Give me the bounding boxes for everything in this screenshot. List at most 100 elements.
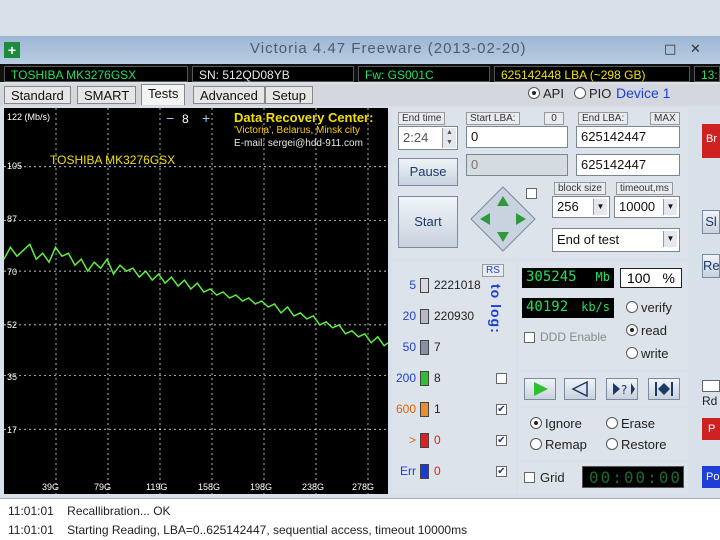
- graph-plus-button[interactable]: +: [202, 110, 210, 126]
- timer-display: 00:00:00: [582, 466, 684, 488]
- start-lba-current: 0: [466, 154, 568, 176]
- graph-minus-button[interactable]: −: [166, 110, 174, 126]
- erase-radio[interactable]: Erase: [606, 416, 655, 431]
- tab-advanced[interactable]: Advanced: [193, 86, 265, 104]
- log-time: 11:01:01: [8, 504, 54, 518]
- y-tick-35: 35: [7, 372, 18, 382]
- end-lba-max-button[interactable]: MAX: [650, 112, 680, 125]
- restore-radio[interactable]: Restore: [606, 437, 667, 452]
- ignore-radio[interactable]: Ignore: [530, 416, 582, 431]
- block-row-swatch: [420, 371, 429, 386]
- back-button[interactable]: [564, 378, 596, 400]
- block-row-log-checkbox[interactable]: ✔: [496, 404, 507, 415]
- block-row-count: 8: [434, 371, 441, 385]
- start-lba-field[interactable]: 0: [466, 126, 568, 148]
- rd-label: Rd: [702, 394, 718, 408]
- power-blue-button[interactable]: Po: [702, 466, 720, 488]
- y-tick-105: 105: [7, 161, 23, 171]
- tab-tests[interactable]: Tests: [141, 84, 186, 105]
- block-row-count: 220930: [434, 309, 475, 323]
- tab-smart[interactable]: SMART: [77, 86, 137, 104]
- tab-setup[interactable]: Setup: [265, 86, 313, 104]
- ddd-enable-checkbox[interactable]: [524, 332, 535, 343]
- block-row-5: >0 ✔: [398, 431, 508, 449]
- end-time-spinner[interactable]: ▲ ▼: [442, 128, 456, 148]
- block-row-6: Err 0 ✔: [398, 462, 508, 480]
- timer-value: 00:00:00: [589, 468, 683, 487]
- start-lba-label: Start LBA:: [466, 112, 520, 125]
- grid-checkbox[interactable]: [524, 472, 535, 483]
- drc-title: Data Recovery Center:: [234, 110, 374, 125]
- app-plus-icon: +: [4, 42, 20, 58]
- api-radio[interactable]: API: [528, 86, 564, 101]
- pio-radio-dot: [574, 87, 586, 99]
- api-radio-dot: [528, 87, 540, 99]
- block-row-swatch: [420, 278, 429, 293]
- pause-button[interactable]: Pause: [398, 158, 458, 186]
- title-bar: + Victoria 4.47 Freeware (2013-02-20) □ …: [0, 36, 720, 64]
- end-action-select[interactable]: End of test ▼: [552, 228, 680, 252]
- window-title: Victoria 4.47 Freeware (2013-02-20): [250, 40, 527, 57]
- end-button[interactable]: [648, 378, 680, 400]
- grid-label: Grid: [540, 470, 565, 485]
- write-radio[interactable]: write: [626, 346, 668, 361]
- block-size-label: block size: [554, 182, 606, 195]
- recall-button[interactable]: Re: [702, 254, 720, 278]
- y-tick-52: 52: [7, 320, 18, 330]
- end-action-value: End of test: [557, 232, 620, 247]
- drive-info-bar: TOSHIBA MK3276GSX SN: 512QD08YB Fw: GS00…: [0, 64, 720, 82]
- tab-standard[interactable]: Standard: [4, 86, 71, 104]
- timeout-select[interactable]: 10000 ▼: [614, 196, 680, 218]
- block-row-log-checkbox[interactable]: ✔: [496, 435, 507, 446]
- log-panel: 11:01:01 Recallibration... OK 11:01:01 S…: [0, 498, 720, 540]
- device-label[interactable]: Device 1: [616, 85, 670, 101]
- ddd-enable-label: DDD Enable: [540, 330, 607, 344]
- start-button[interactable]: Start: [398, 196, 458, 248]
- x-tick-79g: 79G: [94, 482, 112, 492]
- read-label: read: [641, 323, 668, 338]
- start-lba-zero-button[interactable]: 0: [544, 112, 564, 125]
- block-row-label: 600: [395, 402, 416, 416]
- break-button[interactable]: Br: [702, 124, 720, 158]
- remap-radio[interactable]: Remap: [530, 437, 587, 452]
- drive-model: TOSHIBA MK3276GSX: [4, 66, 188, 82]
- erase-radio-dot: [606, 417, 618, 429]
- timeout-label: timeout,ms: [616, 182, 673, 195]
- sleep-button[interactable]: Sl: [702, 210, 720, 234]
- percent-display: 100 %: [620, 268, 682, 288]
- block-row-4: 600 1 ✔: [395, 400, 508, 418]
- skip-button[interactable]: ?: [606, 378, 638, 400]
- block-row-label: 5: [409, 278, 416, 292]
- block-row-count: 0: [434, 464, 441, 478]
- block-row-label: 200: [395, 371, 416, 385]
- read-radio-dot: [626, 324, 638, 336]
- graph-scale-value: 8: [182, 112, 189, 126]
- verify-radio[interactable]: verify: [626, 300, 672, 315]
- block-row-count: 7: [434, 340, 441, 354]
- close-button[interactable]: ✕: [690, 42, 701, 57]
- x-tick-158g: 158G: [198, 482, 221, 492]
- pio-radio[interactable]: PIO: [574, 86, 611, 101]
- drive-firmware: Fw: GS001C: [358, 66, 490, 82]
- block-row-swatch: [420, 309, 429, 324]
- end-icon: [655, 382, 673, 396]
- end-time-field[interactable]: 2:24 ▲ ▼: [398, 126, 458, 150]
- block-row-log-checkbox[interactable]: [496, 373, 507, 384]
- block-row-0: 5 2221018: [398, 276, 508, 294]
- block-row-count: 1: [434, 402, 441, 416]
- graph-drive-name: TOSHIBA MK3276GSX: [50, 153, 176, 167]
- log-text: Starting Reading, LBA=0..625142447, sequ…: [67, 523, 468, 537]
- block-row-log-checkbox[interactable]: ✔: [496, 466, 507, 477]
- rd-checkbox[interactable]: [702, 380, 720, 392]
- play-button[interactable]: [524, 378, 556, 400]
- end-time-value: 2:24: [403, 130, 429, 145]
- block-size-select[interactable]: 256 ▼: [552, 196, 610, 218]
- x-tick-198g: 198G: [250, 482, 273, 492]
- power-red-button[interactable]: P: [702, 418, 720, 440]
- read-radio[interactable]: read: [626, 323, 667, 338]
- maximize-button[interactable]: □: [664, 42, 676, 57]
- end-lba-current: 625142447: [576, 154, 680, 176]
- log-line: 11:01:01 Starting Reading, LBA=0..625142…: [8, 523, 467, 537]
- end-lba-field[interactable]: 625142447: [576, 126, 680, 148]
- direction-checkbox[interactable]: [526, 188, 537, 199]
